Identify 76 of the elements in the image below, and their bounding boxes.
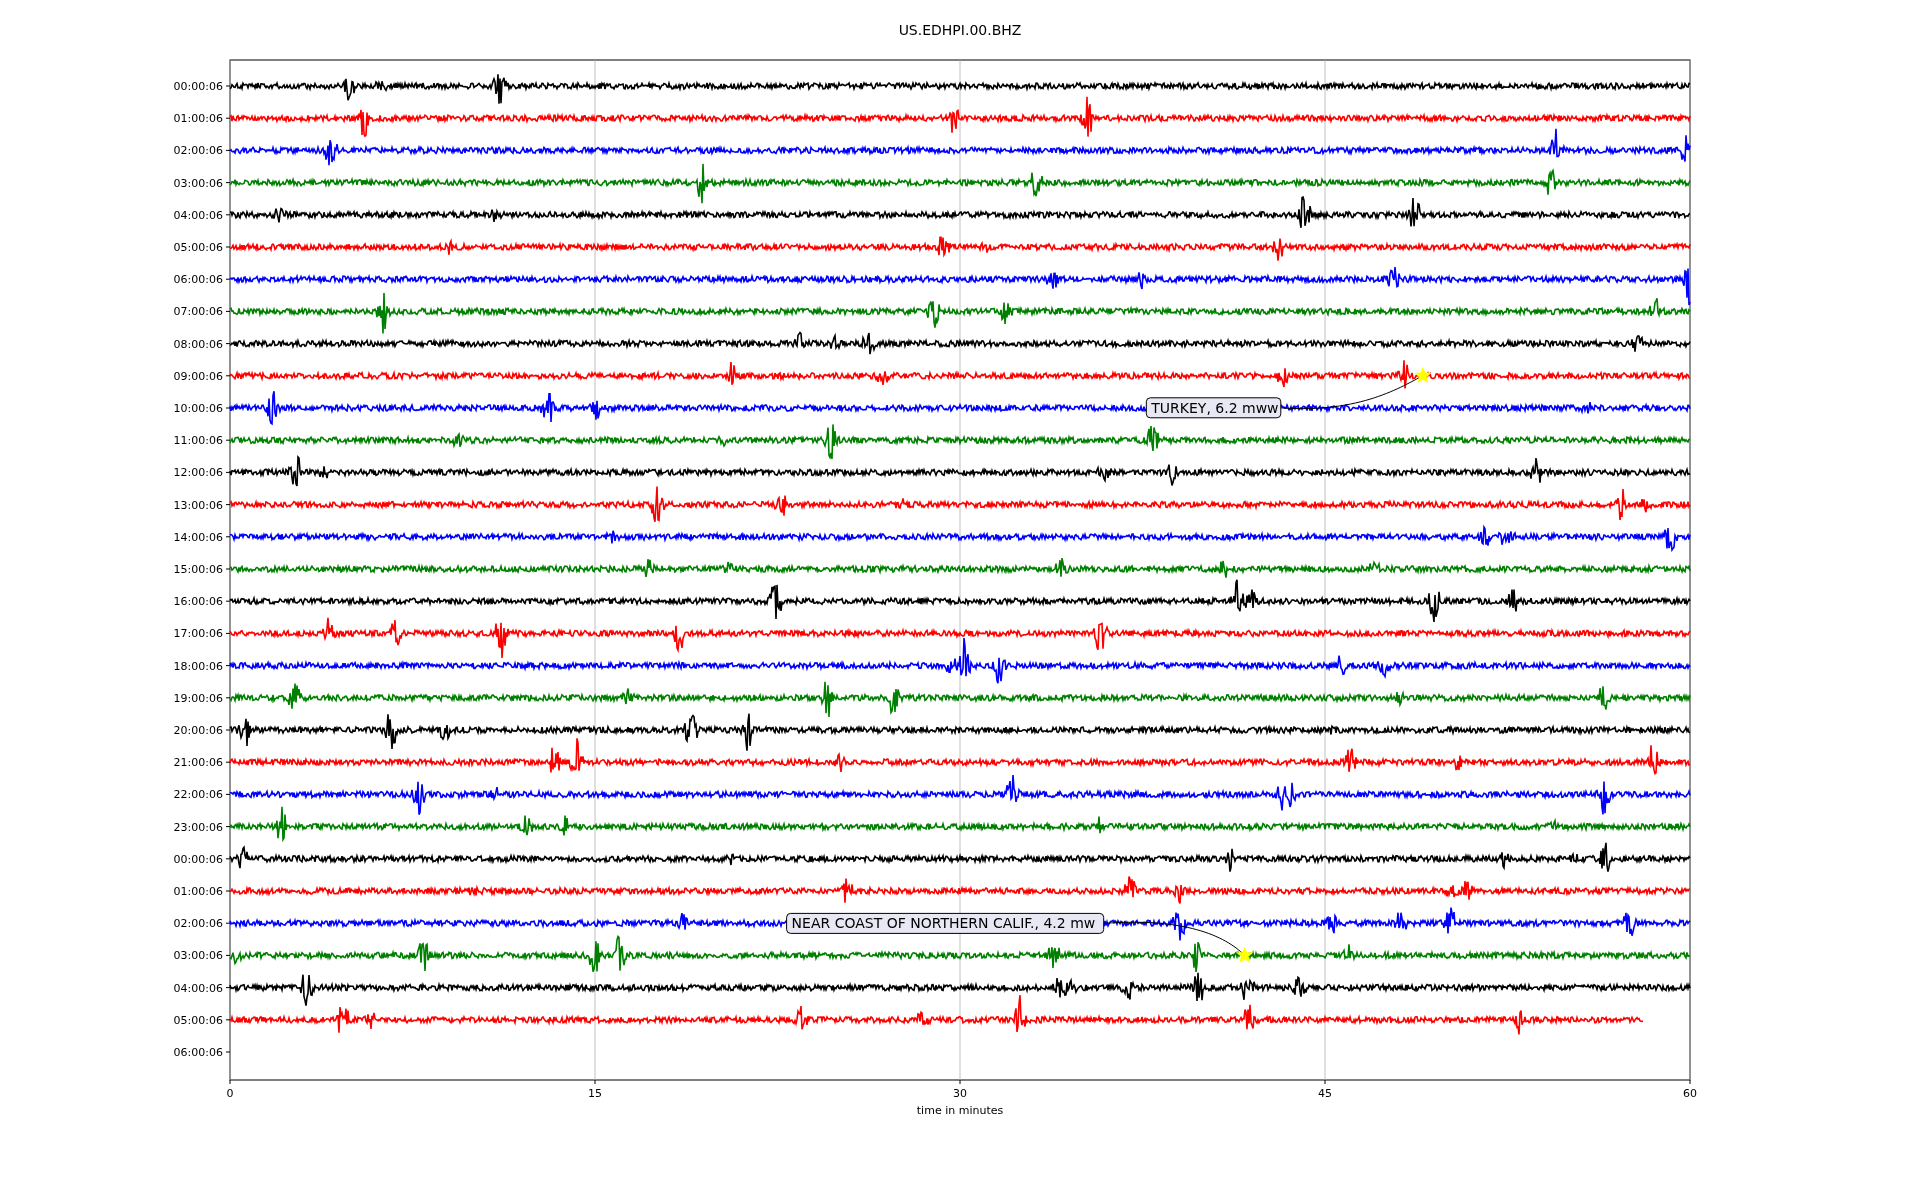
- axis-tick-label: 12:00:06: [173, 466, 223, 480]
- y-axis-tick: [225, 987, 231, 989]
- axis-tick-label: 02:00:06: [173, 917, 223, 931]
- axis-tick-label: 13:00:06: [173, 498, 223, 512]
- y-axis-tick: [225, 761, 231, 763]
- axis-tick-label: 01:00:06: [173, 885, 223, 898]
- axis-tick-label: 16:00:06: [173, 595, 223, 609]
- axis-tick-label: 15: [588, 1087, 602, 1100]
- y-axis-tick: [225, 1019, 231, 1021]
- y-axis-tick: [225, 1051, 231, 1053]
- y-axis-tick: [225, 632, 231, 634]
- y-axis-tick: [225, 922, 231, 924]
- axis-tick-label: 02:00:06: [173, 144, 223, 158]
- axis-tick-label: 17:00:06: [173, 627, 223, 641]
- y-axis-tick: [225, 343, 231, 345]
- axis-tick-label: 60: [1683, 1087, 1697, 1100]
- axis-tick-label: 18:00:06: [173, 659, 223, 673]
- axis-tick-label: 20:00:06: [173, 724, 223, 737]
- x-axis-tick: [594, 1079, 596, 1085]
- y-axis-tick: [225, 375, 231, 377]
- axis-tick-label: 21:00:06: [173, 756, 223, 770]
- x-axis-label: time in minutes: [916, 1104, 1004, 1117]
- axis-tick-label: 01:00:06: [173, 112, 223, 126]
- y-axis-tick: [225, 729, 231, 731]
- axis-tick-label: 23:00:06: [173, 820, 223, 834]
- y-axis-tick: [225, 665, 231, 667]
- y-axis-tick: [225, 793, 231, 795]
- x-axis-tick: [959, 1079, 961, 1085]
- y-axis-tick: [225, 504, 231, 506]
- axis-tick-label: 19:00:06: [173, 691, 223, 705]
- axis-tick-label: 09:00:06: [173, 369, 223, 383]
- y-axis-tick: [225, 697, 231, 699]
- axis-tick-label: 22:00:06: [173, 788, 223, 802]
- axis-tick-label: 14:00:06: [173, 530, 223, 544]
- axis-tick-label: 05:00:06: [173, 1013, 223, 1027]
- axis-tick-label: 11:00:06: [173, 434, 223, 448]
- plot-title: US.EDHPI.00.BHZ: [898, 22, 1022, 38]
- y-axis-tick: [225, 149, 231, 151]
- x-axis-tick: [1689, 1079, 1691, 1085]
- axis-tick-label: 03:00:06: [173, 949, 223, 963]
- y-axis-tick: [225, 439, 231, 441]
- axis-tick-label: 05:00:06: [173, 241, 223, 254]
- y-axis-tick: [225, 214, 231, 216]
- axis-tick-label: 0: [226, 1087, 234, 1100]
- y-axis-tick: [225, 954, 231, 956]
- axis-tick-label: 10:00:06: [173, 402, 223, 415]
- axis-tick-label: 04:00:06: [173, 981, 223, 995]
- y-axis-tick: [225, 890, 231, 892]
- axis-tick-label: 45: [1318, 1087, 1332, 1100]
- axis-tick-label: 08:00:06: [173, 337, 223, 351]
- axis-tick-label: 06:00:06: [173, 1046, 223, 1059]
- x-axis-tick: [1324, 1079, 1326, 1085]
- y-axis-tick: [225, 471, 231, 473]
- y-axis-tick: [225, 858, 231, 860]
- y-axis-tick: [225, 568, 231, 570]
- axis-tick-label: 03:00:06: [173, 176, 223, 190]
- y-axis-tick: [225, 246, 231, 248]
- axis-tick-label: 00:00:06: [173, 80, 223, 93]
- y-axis-tick: [225, 600, 231, 602]
- y-axis-tick: [225, 826, 231, 828]
- annotation-label: TURKEY, 6.2 mww: [1145, 397, 1282, 419]
- axis-tick-label: 30: [953, 1087, 967, 1100]
- axis-tick-label: 00:00:06: [173, 852, 223, 866]
- y-axis-tick: [225, 407, 231, 409]
- axis-tick-label: 07:00:06: [173, 305, 223, 319]
- y-axis-tick: [225, 85, 231, 87]
- y-axis-tick: [225, 278, 231, 280]
- axis-tick-label: 04:00:06: [173, 208, 223, 222]
- y-axis-tick: [225, 182, 231, 184]
- y-axis-tick: [225, 117, 231, 119]
- y-axis-tick: [225, 536, 231, 538]
- annotation-label: NEAR COAST OF NORTHERN CALIF., 4.2 mw: [786, 912, 1105, 934]
- axis-tick-label: 06:00:06: [173, 273, 223, 287]
- x-axis-tick: [229, 1079, 231, 1085]
- axis-tick-label: 15:00:06: [173, 563, 223, 576]
- y-axis-tick: [225, 310, 231, 312]
